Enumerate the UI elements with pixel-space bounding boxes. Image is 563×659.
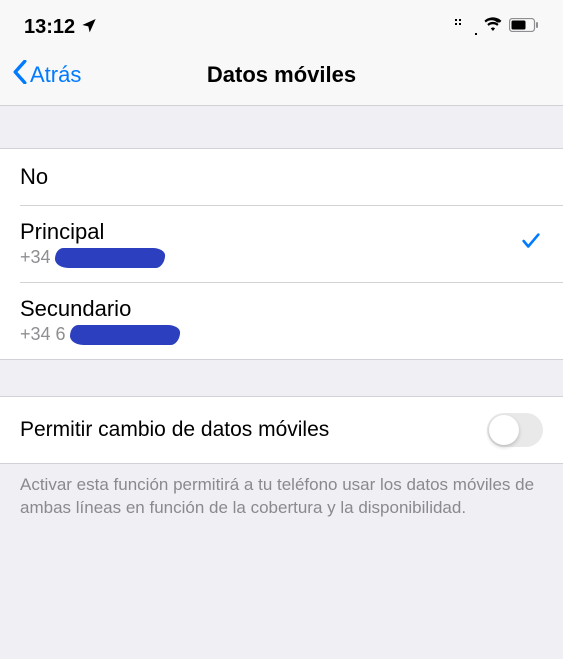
page-title: Datos móviles <box>0 62 563 88</box>
option-secondary[interactable]: Secundario +34 6 <box>0 282 563 359</box>
dual-sim-signal-icon <box>455 19 477 35</box>
option-primary-number: +34 <box>20 247 165 268</box>
option-off-label: No <box>20 164 48 190</box>
spacer <box>0 360 563 396</box>
data-switching-label: Permitir cambio de datos móviles <box>20 418 329 442</box>
nav-bar: Atrás Datos móviles <box>0 50 563 106</box>
status-left: 13:12 <box>24 16 97 39</box>
option-off[interactable]: No <box>0 149 563 205</box>
location-icon <box>81 16 97 39</box>
spacer <box>0 106 563 148</box>
redacted-number <box>69 325 180 345</box>
back-button[interactable]: Atrás <box>12 60 81 90</box>
back-label: Atrás <box>30 62 81 88</box>
chevron-left-icon <box>12 60 28 90</box>
option-primary-label: Principal <box>20 219 165 245</box>
redacted-number <box>54 248 165 268</box>
wifi-icon <box>483 17 503 38</box>
checkmark-icon <box>519 228 543 259</box>
status-bar: 13:12 <box>0 0 563 50</box>
sim-selection-list: No Principal +34 Secundario +34 6 <box>0 148 563 360</box>
data-switching-toggle[interactable] <box>487 413 543 447</box>
status-right <box>455 17 539 38</box>
option-primary[interactable]: Principal +34 <box>0 205 563 282</box>
option-secondary-label: Secundario <box>20 296 180 322</box>
footer-description: Activar esta función permitirá a tu telé… <box>0 464 563 530</box>
data-switching-row: Permitir cambio de datos móviles <box>0 396 563 464</box>
battery-icon <box>509 18 539 37</box>
option-secondary-number: +34 6 <box>20 324 180 345</box>
status-time: 13:12 <box>24 16 75 39</box>
